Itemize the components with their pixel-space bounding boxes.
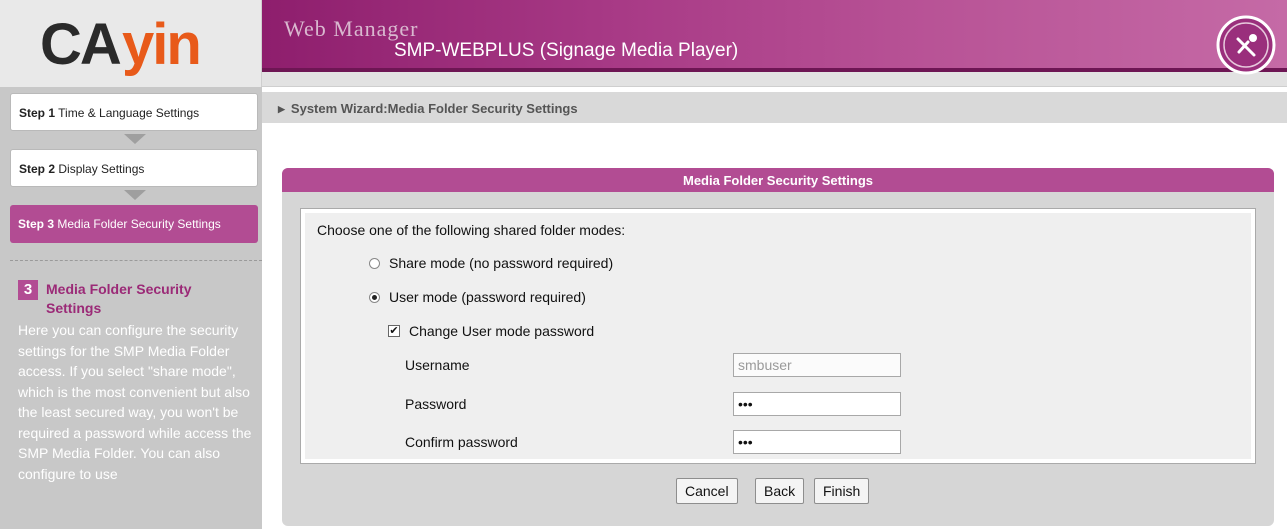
- form-box: Choose one of the following shared folde…: [300, 208, 1256, 464]
- panel-title: Media Folder Security Settings: [282, 168, 1274, 192]
- share-mode-label[interactable]: Share mode (no password required): [389, 255, 613, 271]
- sidebar-step-2[interactable]: Step 2 Display Settings: [10, 149, 258, 187]
- security-settings-panel: Media Folder Security Settings Choose on…: [282, 168, 1274, 526]
- share-mode-radio[interactable]: [369, 258, 380, 269]
- sidebar-step-3[interactable]: Step 3 Media Folder Security Settings: [10, 205, 258, 243]
- username-label: Username: [405, 357, 470, 373]
- step-number: Step 2: [19, 162, 56, 176]
- step-number: Step 3: [18, 217, 55, 231]
- finish-button[interactable]: Finish: [814, 478, 870, 504]
- web-manager-title: Web Manager: [284, 16, 419, 41]
- form-area: Choose one of the following shared folde…: [305, 213, 1251, 459]
- cayin-logo: CA yin: [40, 12, 202, 76]
- step-label: Display Settings: [58, 162, 145, 176]
- step-arrow-icon: [124, 190, 146, 200]
- password-label: Password: [405, 396, 467, 412]
- password-field[interactable]: [733, 392, 901, 416]
- power-icon[interactable]: [1215, 14, 1277, 76]
- mode-prompt: Choose one of the following shared folde…: [317, 222, 626, 238]
- svg-text:CA: CA: [40, 12, 121, 76]
- back-button[interactable]: Back: [755, 478, 805, 504]
- step-label: Time & Language Settings: [58, 106, 200, 120]
- step-number: Step 1: [19, 106, 56, 120]
- svg-text:yin: yin: [122, 12, 200, 76]
- help-text: Here you can configure the security sett…: [18, 322, 252, 482]
- step-arrow-icon: [124, 134, 146, 144]
- breadcrumb: System Wizard:Media Folder Security Sett…: [278, 92, 578, 127]
- breadcrumb-bar: System Wizard:Media Folder Security Sett…: [262, 92, 1287, 123]
- header-strip: [262, 72, 1287, 87]
- user-mode-label[interactable]: User mode (password required): [389, 289, 586, 305]
- wizard-sidebar: Step 1 Time & Language Settings Step 2 D…: [0, 87, 262, 529]
- user-mode-radio[interactable]: [369, 292, 380, 303]
- sidebar-step-1[interactable]: Step 1 Time & Language Settings: [10, 93, 258, 131]
- confirm-password-label: Confirm password: [405, 434, 518, 450]
- change-password-checkbox[interactable]: ✔: [388, 325, 400, 337]
- change-password-label[interactable]: Change User mode password: [409, 323, 594, 339]
- step-label: Media Folder Security Settings: [57, 217, 221, 231]
- confirm-password-field[interactable]: [733, 430, 901, 454]
- username-field[interactable]: [733, 353, 901, 377]
- device-subtitle: SMP-WEBPLUS (Signage Media Player): [394, 40, 739, 61]
- sidebar-divider: [10, 260, 262, 261]
- cancel-button[interactable]: Cancel: [676, 478, 738, 504]
- logo-area: CA yin: [0, 0, 262, 87]
- help-title: Media Folder Security Settings: [46, 281, 192, 316]
- help-step-number: 3: [18, 280, 38, 300]
